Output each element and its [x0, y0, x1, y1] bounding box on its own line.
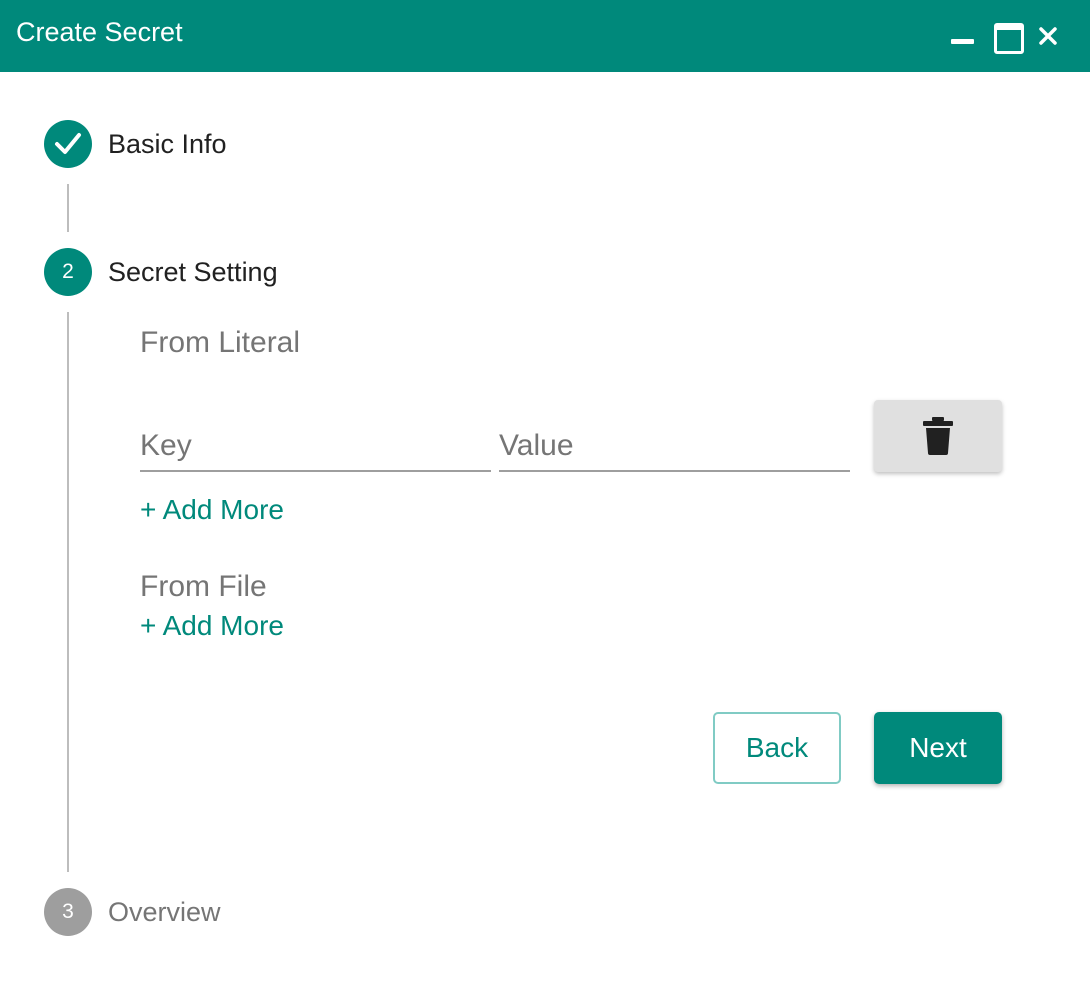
key-input[interactable] — [140, 414, 491, 470]
step-1-label[interactable]: Basic Info — [108, 128, 227, 160]
window-title: Create Secret — [16, 17, 183, 47]
step-2-label[interactable]: Secret Setting — [108, 256, 278, 288]
add-more-file-button[interactable]: + Add More — [140, 610, 284, 642]
window-titlebar: Create Secret — [0, 0, 1090, 72]
from-literal-title: From Literal — [140, 326, 301, 359]
from-file-title: From File — [140, 570, 267, 603]
key-field — [140, 414, 491, 472]
step-1-check-icon — [44, 120, 92, 168]
value-input[interactable] — [499, 414, 850, 470]
back-button[interactable]: Back — [713, 712, 841, 784]
step-connector-2 — [67, 312, 69, 872]
step-3-number: 3 — [44, 888, 92, 936]
maximize-icon[interactable] — [990, 20, 1024, 54]
step-connector-1 — [67, 184, 69, 232]
minimize-icon[interactable] — [946, 20, 978, 52]
close-icon[interactable] — [1032, 20, 1064, 52]
trash-icon — [923, 417, 953, 455]
step-3-label[interactable]: Overview — [108, 896, 221, 928]
delete-literal-button[interactable] — [874, 400, 1002, 472]
add-more-literal-button[interactable]: + Add More — [140, 494, 284, 526]
step-2-number: 2 — [44, 248, 92, 296]
value-field — [499, 414, 850, 472]
next-button[interactable]: Next — [874, 712, 1002, 784]
